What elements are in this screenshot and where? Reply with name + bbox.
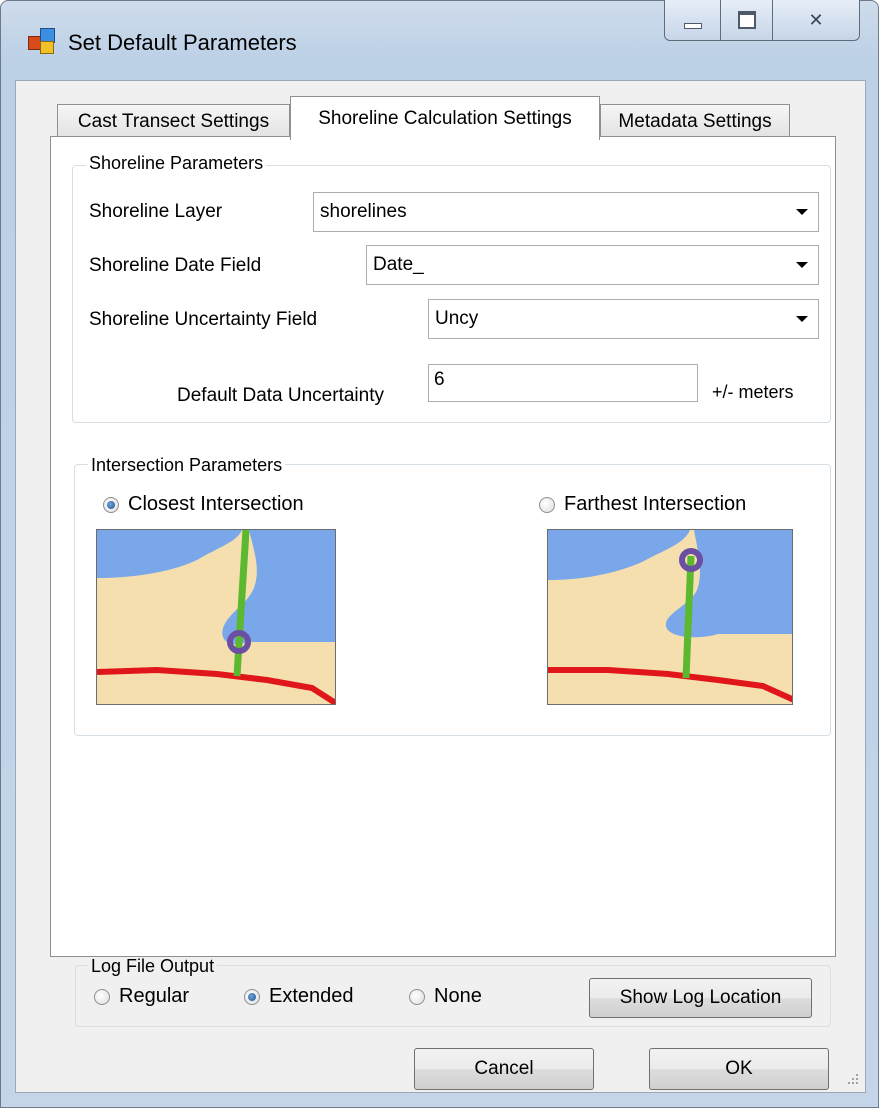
shoreline-uncertainty-field-label: Shoreline Uncertainty Field	[89, 309, 318, 330]
log-extended-radio[interactable]: Extended	[244, 985, 354, 1008]
intersection-parameters-label: Intersection Parameters	[88, 455, 286, 476]
farthest-intersection-diagram	[547, 529, 793, 705]
shoreline-date-field-label: Shoreline Date Field	[89, 255, 262, 276]
minimize-icon	[684, 23, 702, 29]
farthest-intersection-radio[interactable]: Farthest Intersection	[539, 493, 746, 516]
default-data-uncertainty-input[interactable]: 6	[428, 364, 698, 402]
chevron-down-icon	[796, 316, 808, 322]
radio-unselected-icon	[539, 496, 555, 513]
radio-selected-icon	[103, 496, 119, 513]
window-title: Set Default Parameters	[68, 30, 297, 55]
tab-cast-transect-settings[interactable]: Cast Transect Settings	[57, 104, 290, 138]
default-data-uncertainty-label: Default Data Uncertainty	[177, 385, 384, 406]
farthest-intersection-label: Farthest Intersection	[564, 493, 747, 515]
closest-intersection-illustration	[97, 530, 335, 704]
shoreline-date-field-value: Date_	[373, 254, 424, 275]
caption-buttons: ✕	[664, 0, 864, 44]
show-log-location-button[interactable]: Show Log Location	[589, 978, 812, 1018]
log-file-output-label: Log File Output	[88, 956, 218, 977]
cancel-button[interactable]: Cancel	[414, 1048, 594, 1090]
chevron-down-icon	[796, 262, 808, 268]
radio-selected-icon	[244, 988, 260, 1005]
log-none-label: None	[434, 985, 482, 1007]
tab-label: Shoreline Calculation Settings	[318, 107, 572, 129]
tab-metadata-settings[interactable]: Metadata Settings	[600, 104, 790, 138]
radio-unselected-icon	[409, 988, 425, 1005]
shoreline-layer-value: shorelines	[320, 201, 407, 222]
close-button[interactable]: ✕	[772, 0, 860, 41]
farthest-intersection-illustration	[548, 530, 792, 704]
maximize-icon	[738, 11, 756, 29]
chevron-down-icon	[796, 209, 808, 215]
resize-grip-icon[interactable]	[844, 1070, 860, 1086]
radio-unselected-icon	[94, 988, 110, 1005]
closest-intersection-diagram	[96, 529, 336, 705]
shoreline-uncertainty-field-dropdown[interactable]: Uncy	[428, 299, 819, 339]
log-extended-label: Extended	[269, 985, 354, 1007]
log-regular-label: Regular	[119, 985, 190, 1007]
shoreline-uncertainty-field-value: Uncy	[435, 308, 479, 329]
tab-panel-shoreline-calculation: Shoreline Parameters Shoreline Layer sho…	[50, 136, 836, 957]
app-icon	[28, 28, 55, 54]
closest-intersection-radio[interactable]: Closest Intersection	[103, 493, 304, 516]
close-icon: ✕	[808, 9, 824, 30]
log-none-radio[interactable]: None	[409, 985, 482, 1008]
closest-intersection-label: Closest Intersection	[128, 493, 304, 515]
title-bar[interactable]: Set Default Parameters ✕	[0, 0, 877, 80]
ok-button[interactable]: OK	[649, 1048, 829, 1090]
shoreline-parameters-label: Shoreline Parameters	[86, 153, 267, 174]
uncertainty-unit-label: +/- meters	[712, 382, 794, 402]
log-regular-radio[interactable]: Regular	[94, 985, 189, 1008]
maximize-button[interactable]	[720, 0, 774, 41]
tab-label: Metadata Settings	[618, 110, 772, 132]
shoreline-layer-dropdown[interactable]: shorelines	[313, 192, 819, 232]
shoreline-layer-label: Shoreline Layer	[89, 201, 223, 222]
tab-label: Cast Transect Settings	[77, 110, 270, 132]
tab-shoreline-calculation-settings[interactable]: Shoreline Calculation Settings	[290, 96, 600, 140]
shoreline-date-field-dropdown[interactable]: Date_	[366, 245, 819, 285]
minimize-button[interactable]	[664, 0, 722, 41]
